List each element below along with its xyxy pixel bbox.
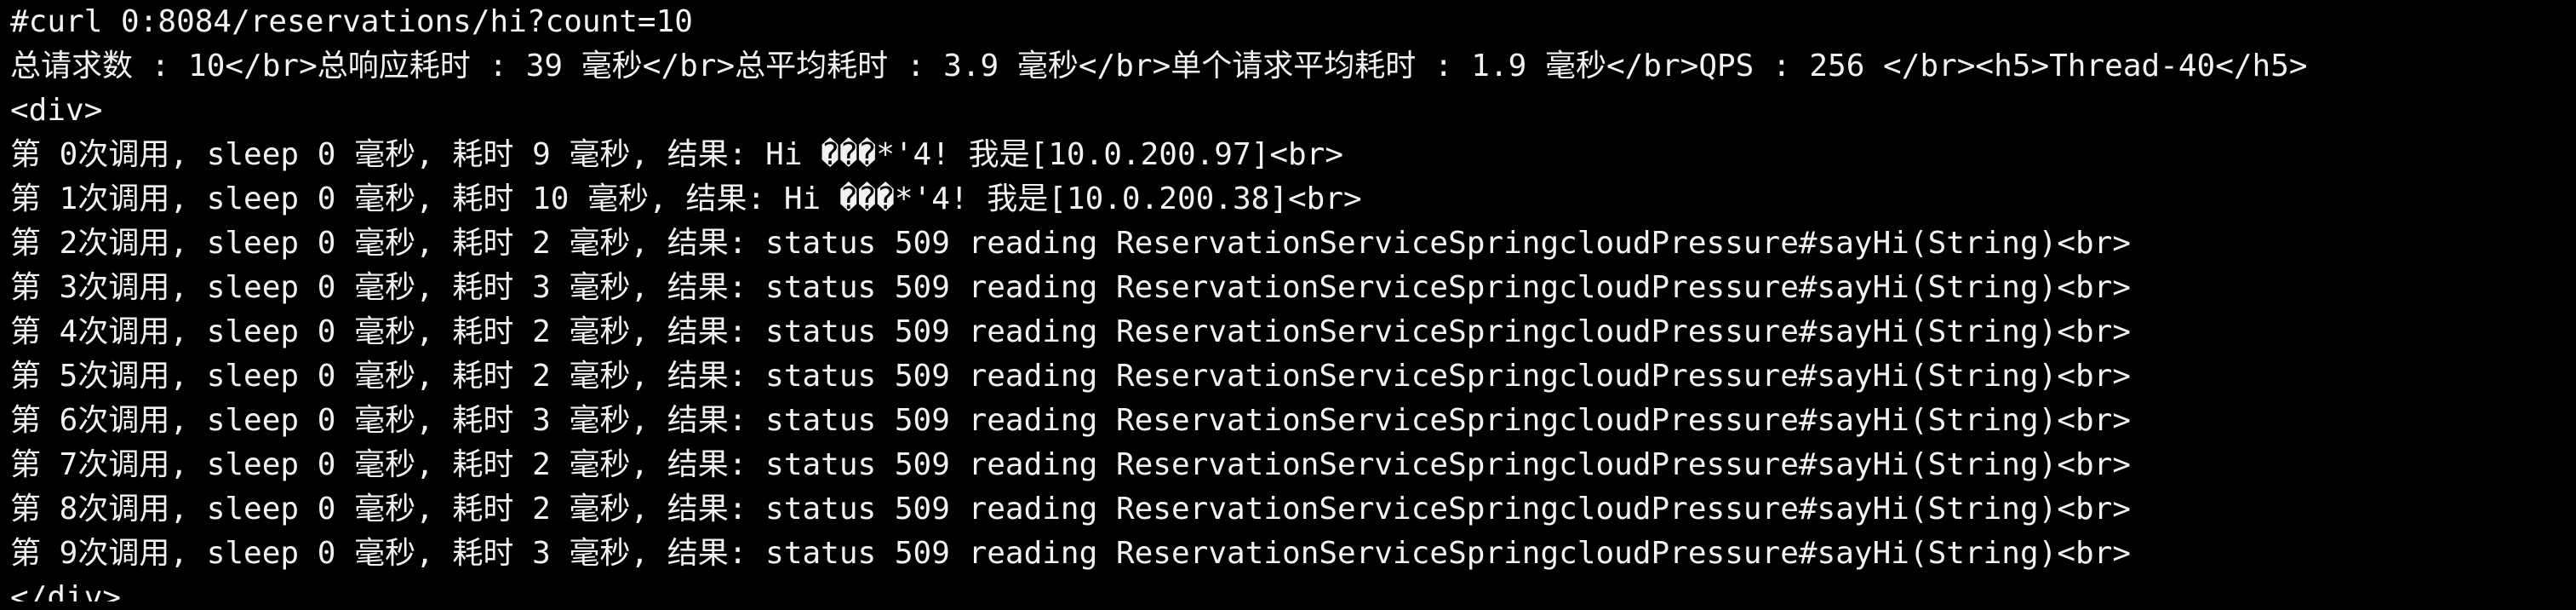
call-line-4: 第 4次调用, sleep 0 毫秒, 耗时 2 毫秒, 结果: status … <box>10 314 2132 349</box>
call-line-7: 第 7次调用, sleep 0 毫秒, 耗时 2 毫秒, 结果: status … <box>10 447 2132 482</box>
div-close-line: </div> <box>10 580 122 601</box>
call-line-2: 第 2次调用, sleep 0 毫秒, 耗时 2 毫秒, 结果: status … <box>10 226 2132 261</box>
call-line-0: 第 0次调用, sleep 0 毫秒, 耗时 9 毫秒, 结果: Hi ���*… <box>10 137 1344 172</box>
call-line-3: 第 3次调用, sleep 0 毫秒, 耗时 3 毫秒, 结果: status … <box>10 270 2132 305</box>
call-line-9: 第 9次调用, sleep 0 毫秒, 耗时 3 毫秒, 结果: status … <box>10 536 2132 571</box>
terminal-output: #curl 0:8084/reservations/hi?count=10 总请… <box>0 0 2576 610</box>
div-open-line: <div> <box>10 93 103 128</box>
call-line-6: 第 6次调用, sleep 0 毫秒, 耗时 3 毫秒, 结果: status … <box>10 403 2132 438</box>
call-line-5: 第 5次调用, sleep 0 毫秒, 耗时 2 毫秒, 结果: status … <box>10 359 2132 394</box>
command-line: #curl 0:8084/reservations/hi?count=10 <box>10 4 693 39</box>
call-line-1: 第 1次调用, sleep 0 毫秒, 耗时 10 毫秒, 结果: Hi ���… <box>10 181 1362 216</box>
summary-line: 总请求数 : 10</br>总响应耗时 : 39 毫秒</br>总平均耗时 : … <box>10 49 2308 83</box>
call-line-8: 第 8次调用, sleep 0 毫秒, 耗时 2 毫秒, 结果: status … <box>10 492 2132 527</box>
